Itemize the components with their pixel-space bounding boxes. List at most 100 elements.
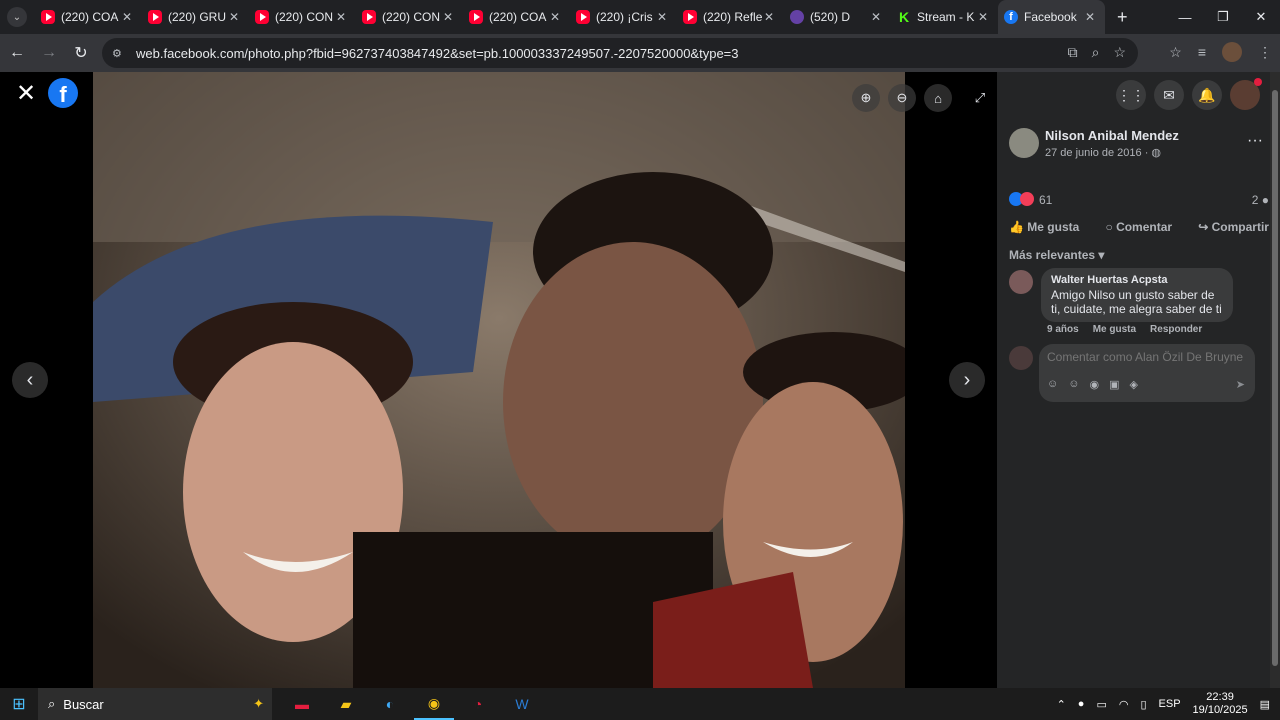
account-avatar[interactable] [1230, 78, 1262, 110]
camera-icon[interactable]: ◉ [1089, 378, 1099, 391]
comment-count-text[interactable]: 2 [1252, 193, 1259, 207]
wifi-icon[interactable]: ◠ [1119, 698, 1129, 711]
zoom-icon[interactable]: ⌕ [1092, 44, 1100, 61]
author-avatar[interactable] [1009, 128, 1039, 158]
minimize-button[interactable]: — [1166, 0, 1204, 34]
post-author[interactable]: Nilson Anibal Mendez [1045, 128, 1179, 143]
sticker-icon[interactable]: ◈ [1129, 378, 1137, 391]
browser-tab[interactable]: f Facebook ✕ [998, 0, 1105, 34]
messenger-icon[interactable]: ✉ [1154, 80, 1184, 110]
comment-age[interactable]: 9 años [1047, 324, 1079, 335]
comment-reply-button[interactable]: Responder [1150, 324, 1202, 335]
taskbar-search[interactable]: ⌕ Buscar ✦ [38, 688, 272, 720]
tag-icon[interactable]: ⌂ [924, 84, 952, 112]
tray-overflow-icon[interactable]: ⌃ [1057, 698, 1066, 711]
back-button[interactable]: ← [2, 38, 32, 68]
browser-tab[interactable]: (220) Refle ✕ [677, 0, 784, 34]
close-tab-icon[interactable]: ✕ [122, 10, 132, 24]
app-icon[interactable]: ▬ [282, 688, 322, 720]
browser-tab[interactable]: (220) ¡Cris ✕ [570, 0, 677, 34]
chrome-icon[interactable]: ◉ [414, 688, 454, 720]
close-tab-icon[interactable]: ✕ [1085, 10, 1095, 24]
page-scrollbar[interactable] [1270, 72, 1280, 688]
forward-button[interactable]: → [34, 38, 64, 68]
comment-count[interactable]: 2 ● [1252, 193, 1269, 207]
tab-search-button[interactable]: ⌄ [7, 7, 27, 27]
edge-icon[interactable]: ◐ [370, 688, 410, 720]
comment-sort-dropdown[interactable]: Más relevantes ▾ [1009, 248, 1104, 262]
close-viewer-icon[interactable]: ✕ [16, 82, 40, 108]
browser-tab[interactable]: (220) COA ✕ [463, 0, 570, 34]
close-tab-icon[interactable]: ✕ [657, 10, 667, 24]
post-photo[interactable] [93, 72, 905, 688]
close-tab-icon[interactable]: ✕ [336, 10, 346, 24]
composer-box: ☺ ☺ ◉ ▣ ◈ ➤ [1039, 344, 1255, 402]
share-button[interactable]: ↪ Compartir [1198, 220, 1269, 240]
menu-grid-icon[interactable]: ⋮⋮ [1116, 80, 1146, 110]
composer-avatar[interactable] [1009, 346, 1033, 370]
language-indicator[interactable]: ESP [1159, 698, 1181, 710]
extensions-icon[interactable]: ☆ [1169, 44, 1182, 61]
bookmark-star-icon[interactable]: ☆ [1113, 44, 1126, 61]
fullscreen-icon[interactable]: ⤢ [966, 84, 994, 112]
browser-tab[interactable]: (220) GRU ✕ [142, 0, 249, 34]
close-tab-icon[interactable]: ✕ [443, 10, 453, 24]
file-explorer-icon[interactable]: ▰ [326, 688, 366, 720]
reaction-count[interactable]: 61 [1039, 193, 1052, 207]
zoom-in-icon[interactable]: ⊕ [852, 84, 880, 112]
copilot-icon[interactable]: ✦ [253, 696, 264, 712]
scrollbar-thumb[interactable] [1272, 90, 1278, 666]
post-header: Nilson Anibal Mendez 27 de junio de 2016… [1009, 126, 1269, 166]
commenter-avatar[interactable] [1009, 270, 1033, 294]
browser-tab[interactable]: (220) CON ✕ [356, 0, 463, 34]
close-tab-icon[interactable]: ✕ [871, 10, 881, 24]
word-icon[interactable]: W [502, 688, 542, 720]
battery-icon[interactable]: ▯ [1140, 698, 1146, 711]
gif-icon[interactable]: ▣ [1109, 378, 1119, 391]
previous-photo-button[interactable]: ‹ [12, 362, 48, 398]
maximize-button[interactable]: ❐ [1204, 0, 1242, 34]
start-button[interactable]: ⊞ [0, 688, 38, 720]
reactions-summary: 61 2 ● [1009, 190, 1269, 210]
comment-author[interactable]: Walter Huertas Acpsta [1051, 274, 1223, 286]
close-tab-icon[interactable]: ✕ [764, 10, 774, 24]
close-tab-icon[interactable]: ✕ [550, 10, 560, 24]
microphone-icon[interactable]: ● [1078, 698, 1085, 710]
browser-tab[interactable]: (220) CON ✕ [249, 0, 356, 34]
notifications-tray-icon[interactable]: ▤ [1260, 698, 1270, 711]
like-button[interactable]: 👍 Me gusta [1009, 220, 1079, 240]
next-photo-button[interactable]: › [949, 362, 985, 398]
emoji-icon[interactable]: ☺ [1068, 378, 1079, 391]
zoom-out-icon[interactable]: ⊖ [888, 84, 916, 112]
display-icon[interactable]: ▭ [1096, 698, 1106, 711]
profile-avatar[interactable] [1222, 42, 1242, 62]
browser-tab[interactable]: K Stream - K ✕ [891, 0, 998, 34]
post-date-text[interactable]: 27 de junio de 2016 · [1045, 147, 1151, 159]
post-date[interactable]: 27 de junio de 2016 · ◍ [1045, 146, 1161, 159]
more-options-icon[interactable]: ··· [1247, 132, 1263, 150]
close-window-button[interactable]: ✕ [1242, 0, 1280, 34]
clock[interactable]: 22:39 19/10/2025 [1193, 691, 1248, 717]
speedtest-icon[interactable]: ◔ [458, 688, 498, 720]
comment-button[interactable]: ○ Comentar [1105, 220, 1172, 240]
install-app-icon[interactable]: ⧉ [1068, 44, 1078, 61]
comment-icon: ○ [1105, 220, 1113, 234]
send-icon[interactable]: ➤ [1236, 378, 1245, 391]
notifications-icon[interactable]: 🔔 [1192, 80, 1222, 110]
clock-date: 19/10/2025 [1192, 704, 1248, 716]
reload-button[interactable]: ↻ [66, 38, 96, 68]
comment-like-button[interactable]: Me gusta [1093, 324, 1136, 335]
comment-input[interactable] [1047, 350, 1247, 364]
url-text[interactable]: web.facebook.com/photo.php?fbid=96273740… [136, 46, 739, 61]
browser-menu-icon[interactable]: ⋮ [1258, 44, 1272, 61]
browser-tab[interactable]: (520) D ✕ [784, 0, 891, 34]
facebook-logo-icon[interactable]: f [48, 78, 78, 108]
close-tab-icon[interactable]: ✕ [978, 10, 988, 24]
avatar-sticker-icon[interactable]: ☺ [1047, 378, 1058, 391]
site-info-icon[interactable]: ⚙ [112, 47, 128, 60]
media-control-icon[interactable]: ≡ [1198, 44, 1206, 60]
address-bar[interactable]: ⚙ web.facebook.com/photo.php?fbid=962737… [102, 38, 1138, 68]
new-tab-button[interactable]: + [1117, 7, 1128, 28]
browser-tab[interactable]: (220) COA ✕ [35, 0, 142, 34]
close-tab-icon[interactable]: ✕ [229, 10, 239, 24]
